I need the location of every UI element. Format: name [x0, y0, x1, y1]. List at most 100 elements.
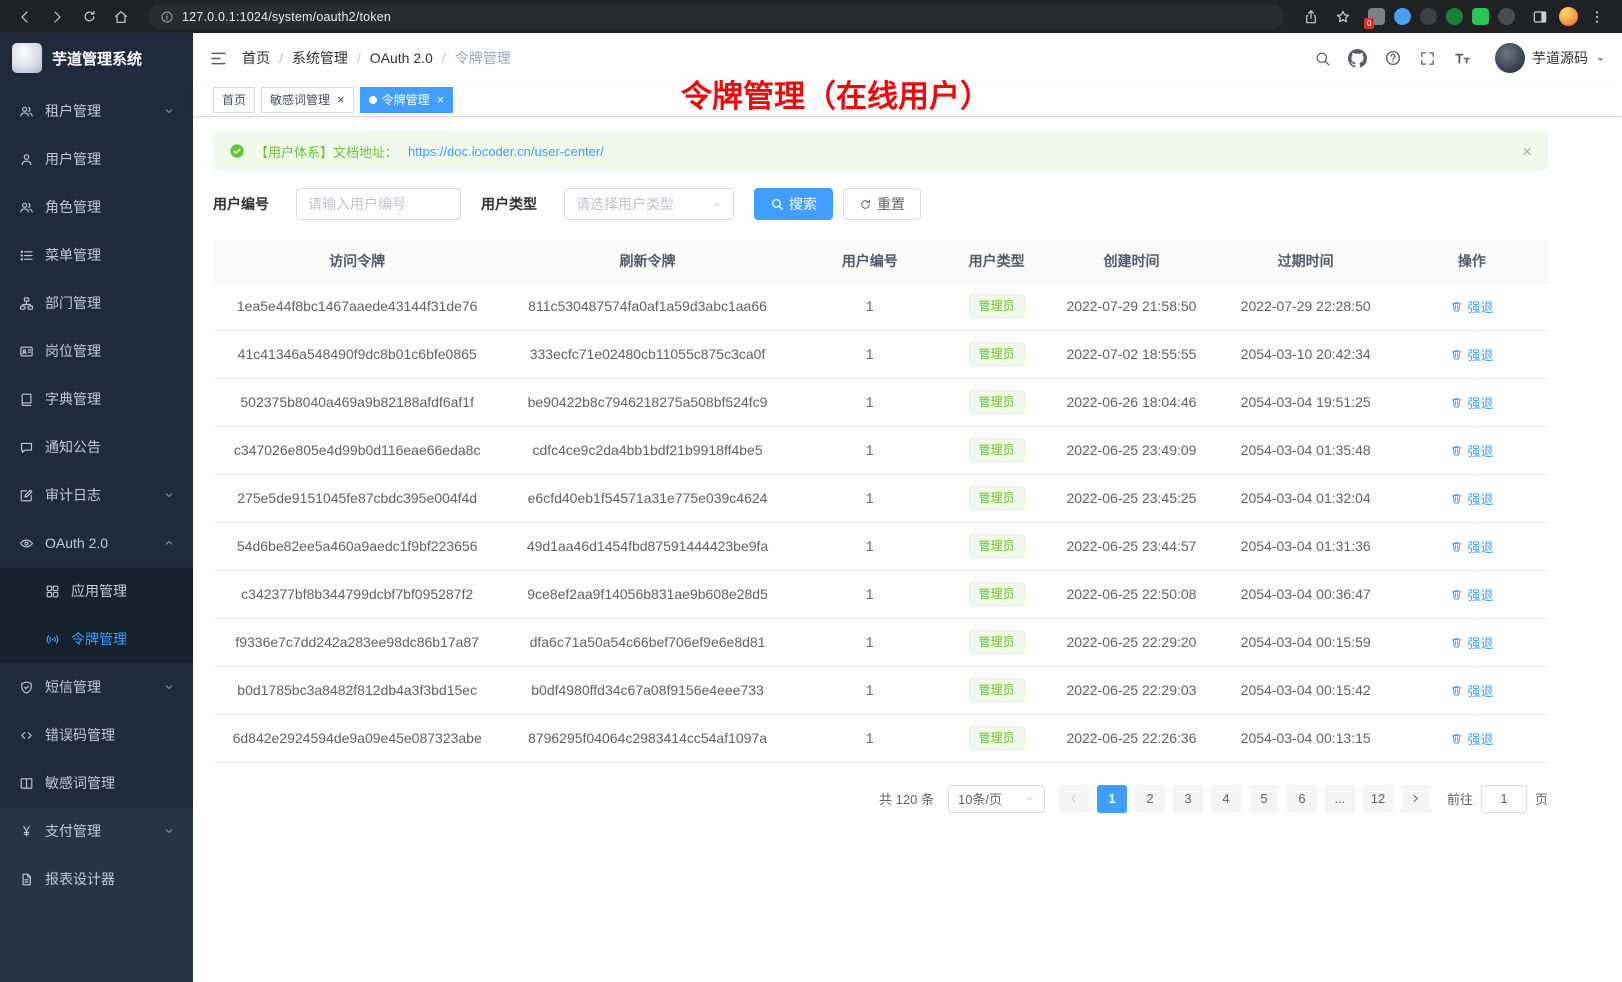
expire-time-cell: 2054-03-10 20:42:34 [1216, 330, 1396, 378]
search-button[interactable]: 搜索 [754, 188, 833, 220]
info-icon[interactable] [160, 10, 174, 24]
page-size-select[interactable]: 10条/页 [948, 785, 1045, 813]
eye-icon [18, 536, 34, 551]
search-icon[interactable] [1314, 50, 1331, 67]
alert-close-icon[interactable]: × [1522, 143, 1532, 160]
force-logout-button[interactable]: 强退 [1450, 489, 1493, 508]
tab-home[interactable]: 首页 [213, 87, 255, 113]
sidebar-item-dict[interactable]: 字典管理 [0, 375, 193, 423]
extension-icon[interactable] [1394, 8, 1411, 25]
user-id-input[interactable] [296, 188, 461, 220]
sidebar-item-report-designer[interactable]: 报表设计器 [0, 855, 193, 903]
close-icon[interactable]: × [437, 93, 445, 106]
force-logout-button[interactable]: 强退 [1450, 681, 1493, 700]
user-type-badge: 管理员 [969, 486, 1025, 511]
expire-time-cell: 2054-03-04 01:35:48 [1216, 426, 1396, 474]
delete-icon [1450, 396, 1463, 409]
tab-sensitive-word[interactable]: 敏感词管理 × [261, 87, 354, 113]
shield-icon [18, 680, 34, 695]
browser-chrome: 127.0.0.1:1024/system/oauth2/token 0 [0, 0, 1622, 33]
force-logout-button[interactable]: 强退 [1450, 633, 1493, 652]
reload-button[interactable] [76, 4, 102, 30]
home-button[interactable] [108, 4, 134, 30]
sidebar-item-sms[interactable]: 短信管理 [0, 663, 193, 711]
goto-page-input[interactable] [1481, 785, 1527, 813]
sidebar-item-tenant[interactable]: 租户管理 [0, 87, 193, 135]
pagination-more[interactable]: ... [1325, 785, 1355, 813]
font-size-icon[interactable] [1453, 49, 1472, 68]
sidebar-item-user[interactable]: 用户管理 [0, 135, 193, 183]
sidebar-item-audit-log[interactable]: 审计日志 [0, 471, 193, 519]
user-type-badge: 管理员 [969, 294, 1025, 319]
column-refresh-token: 刷新令牌 [501, 240, 793, 282]
user-type-select[interactable]: 请选择用户类型 [564, 188, 734, 220]
pagination-page-1[interactable]: 1 [1097, 785, 1127, 813]
split-view-icon[interactable] [1527, 4, 1553, 30]
pagination-page-12[interactable]: 12 [1363, 785, 1393, 813]
created-time-cell: 2022-06-25 23:49:09 [1047, 426, 1215, 474]
reset-button[interactable]: 重置 [843, 188, 921, 220]
force-logout-button[interactable]: 强退 [1450, 585, 1493, 604]
bookmark-star-icon[interactable] [1330, 4, 1356, 30]
sidebar-item-role[interactable]: 角色管理 [0, 183, 193, 231]
extension-icon[interactable] [1472, 8, 1489, 25]
share-icon[interactable] [1298, 4, 1324, 30]
extension-icon[interactable] [1446, 8, 1463, 25]
forward-button[interactable] [44, 4, 70, 30]
sidebar-item-oauth2[interactable]: OAuth 2.0 [0, 519, 193, 567]
sidebar-menu-bottom: 支付管理报表设计器 [0, 807, 193, 982]
alert-link[interactable]: https://doc.iocoder.cn/user-center/ [408, 144, 604, 159]
chevron-down-icon [163, 489, 175, 501]
breadcrumb-item[interactable]: 系统管理 [292, 48, 348, 68]
table-row: 275e5de9151045fe87cbdc395e004f4de6cfd40e… [213, 474, 1548, 522]
sidebar-item-post[interactable]: 岗位管理 [0, 327, 193, 375]
url-bar[interactable]: 127.0.0.1:1024/system/oauth2/token [148, 4, 1284, 29]
force-logout-button[interactable]: 强退 [1450, 297, 1493, 316]
pagination-page-6[interactable]: 6 [1287, 785, 1317, 813]
sidebar-item-notice[interactable]: 通知公告 [0, 423, 193, 471]
created-time-cell: 2022-06-25 23:44:57 [1047, 522, 1215, 570]
force-logout-button[interactable]: 强退 [1450, 537, 1493, 556]
sidebar-item-menu[interactable]: 菜单管理 [0, 231, 193, 279]
sidebar-item-oauth2-token[interactable]: 令牌管理 [0, 615, 193, 663]
browser-menu-icon[interactable] [1584, 4, 1610, 30]
expire-time-cell: 2054-03-04 00:36:47 [1216, 570, 1396, 618]
sidebar-item-dept[interactable]: 部门管理 [0, 279, 193, 327]
sidebar-item-oauth2-app[interactable]: 应用管理 [0, 567, 193, 615]
force-logout-button[interactable]: 强退 [1450, 729, 1493, 748]
extension-icon[interactable] [1498, 8, 1515, 25]
search-form: 用户编号 用户类型 请选择用户类型 搜索 重置 [213, 188, 1548, 220]
sidebar-item-sensitive-word[interactable]: 敏感词管理 [0, 759, 193, 807]
github-icon[interactable] [1348, 49, 1367, 68]
column-user-type: 用户类型 [946, 240, 1047, 282]
delete-icon [1450, 684, 1463, 697]
pagination-page-4[interactable]: 4 [1211, 785, 1241, 813]
extension-icon[interactable]: 0 [1368, 8, 1385, 25]
tab-token[interactable]: 令牌管理 × [360, 87, 454, 113]
user-menu[interactable]: 芋道源码 [1495, 43, 1606, 73]
extension-icon[interactable] [1420, 8, 1437, 25]
fullscreen-icon[interactable] [1419, 50, 1436, 67]
logo-avatar [12, 43, 42, 73]
breadcrumb-item[interactable]: OAuth 2.0 [370, 50, 433, 66]
force-logout-button[interactable]: 强退 [1450, 345, 1493, 364]
breadcrumb-item[interactable]: 首页 [242, 48, 270, 68]
browser-profile-avatar[interactable] [1559, 7, 1578, 26]
sidebar-item-error-code[interactable]: 错误码管理 [0, 711, 193, 759]
sidebar-collapse-button[interactable] [209, 49, 228, 68]
pagination-prev-button[interactable] [1059, 785, 1089, 813]
force-logout-button[interactable]: 强退 [1450, 441, 1493, 460]
back-button[interactable] [12, 4, 38, 30]
report-icon [18, 872, 34, 887]
pagination-next-button[interactable] [1401, 785, 1431, 813]
pagination-page-5[interactable]: 5 [1249, 785, 1279, 813]
pagination-page-2[interactable]: 2 [1135, 785, 1165, 813]
user-id-cell: 1 [794, 378, 946, 426]
sidebar-item-pay[interactable]: 支付管理 [0, 807, 193, 855]
force-logout-button[interactable]: 强退 [1450, 393, 1493, 412]
help-icon[interactable] [1384, 49, 1402, 67]
pagination-page-3[interactable]: 3 [1173, 785, 1203, 813]
navbar-actions: 芋道源码 [1314, 43, 1606, 73]
close-icon[interactable]: × [337, 93, 345, 106]
chevron-down-icon [1595, 54, 1606, 65]
